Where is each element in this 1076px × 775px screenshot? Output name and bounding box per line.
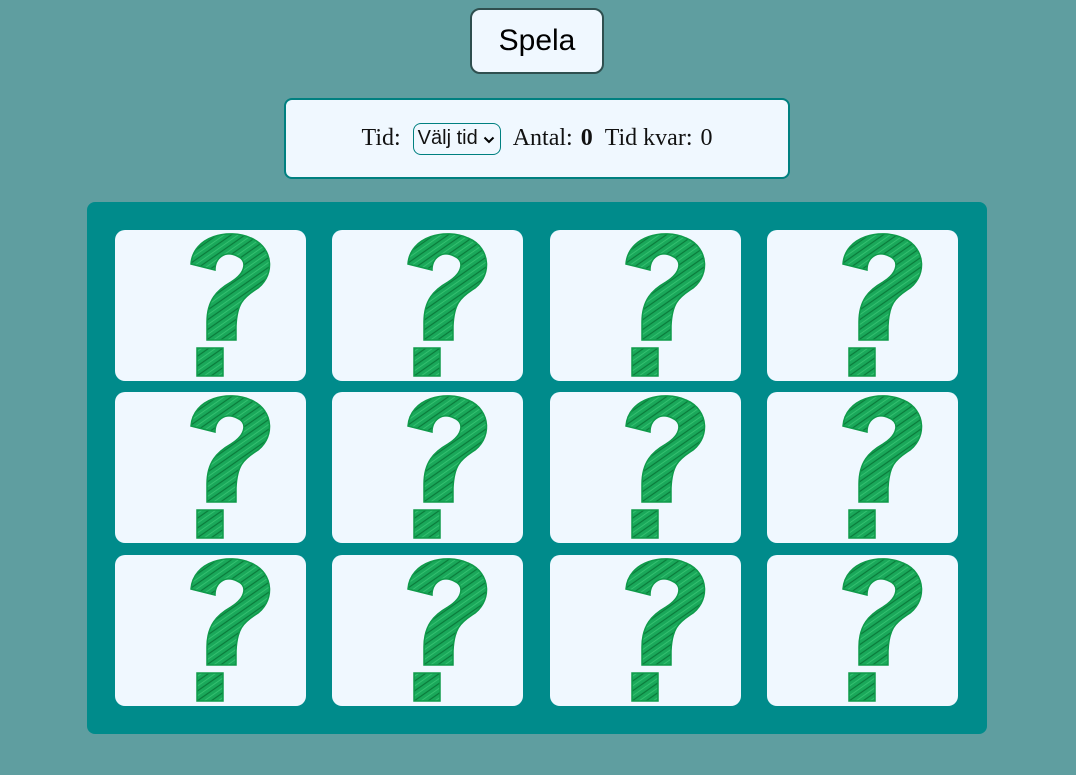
memory-card[interactable] <box>332 230 523 381</box>
memory-card[interactable] <box>550 392 741 543</box>
memory-card[interactable] <box>767 555 958 706</box>
memory-card[interactable] <box>767 392 958 543</box>
memory-card[interactable] <box>550 230 741 381</box>
count-label: Antal: <box>512 125 573 151</box>
question-mark-icon <box>842 233 923 377</box>
time-label: Tid: <box>361 125 401 151</box>
question-mark-icon <box>625 233 706 377</box>
info-panel: Tid: Välj tid Antal: 0 Tid kvar: 0 <box>284 98 790 179</box>
memory-card[interactable] <box>332 392 523 543</box>
memory-card[interactable] <box>115 392 306 543</box>
memory-card[interactable] <box>550 555 741 706</box>
game-board <box>87 202 987 734</box>
count-value: 0 <box>580 125 593 151</box>
time-left-value: 0 <box>700 125 713 151</box>
question-mark-icon <box>407 233 488 377</box>
memory-card[interactable] <box>332 555 523 706</box>
question-mark-icon <box>190 558 271 702</box>
time-left-label: Tid kvar: <box>604 125 693 151</box>
time-select-value: Välj tid <box>417 127 478 149</box>
chevron-down-icon <box>483 136 494 143</box>
time-select[interactable]: Välj tid <box>412 122 501 155</box>
play-button[interactable]: Spela <box>470 8 604 74</box>
question-mark-icon <box>190 395 271 539</box>
memory-card[interactable] <box>115 230 306 381</box>
question-mark-icon <box>407 558 488 702</box>
memory-card[interactable] <box>115 555 306 706</box>
question-mark-icon <box>407 395 488 539</box>
memory-card[interactable] <box>767 230 958 381</box>
question-mark-icon <box>842 558 923 702</box>
question-mark-icon <box>625 395 706 539</box>
question-mark-icon <box>625 558 706 702</box>
question-mark-icon <box>190 233 271 377</box>
question-mark-icon <box>842 395 923 539</box>
